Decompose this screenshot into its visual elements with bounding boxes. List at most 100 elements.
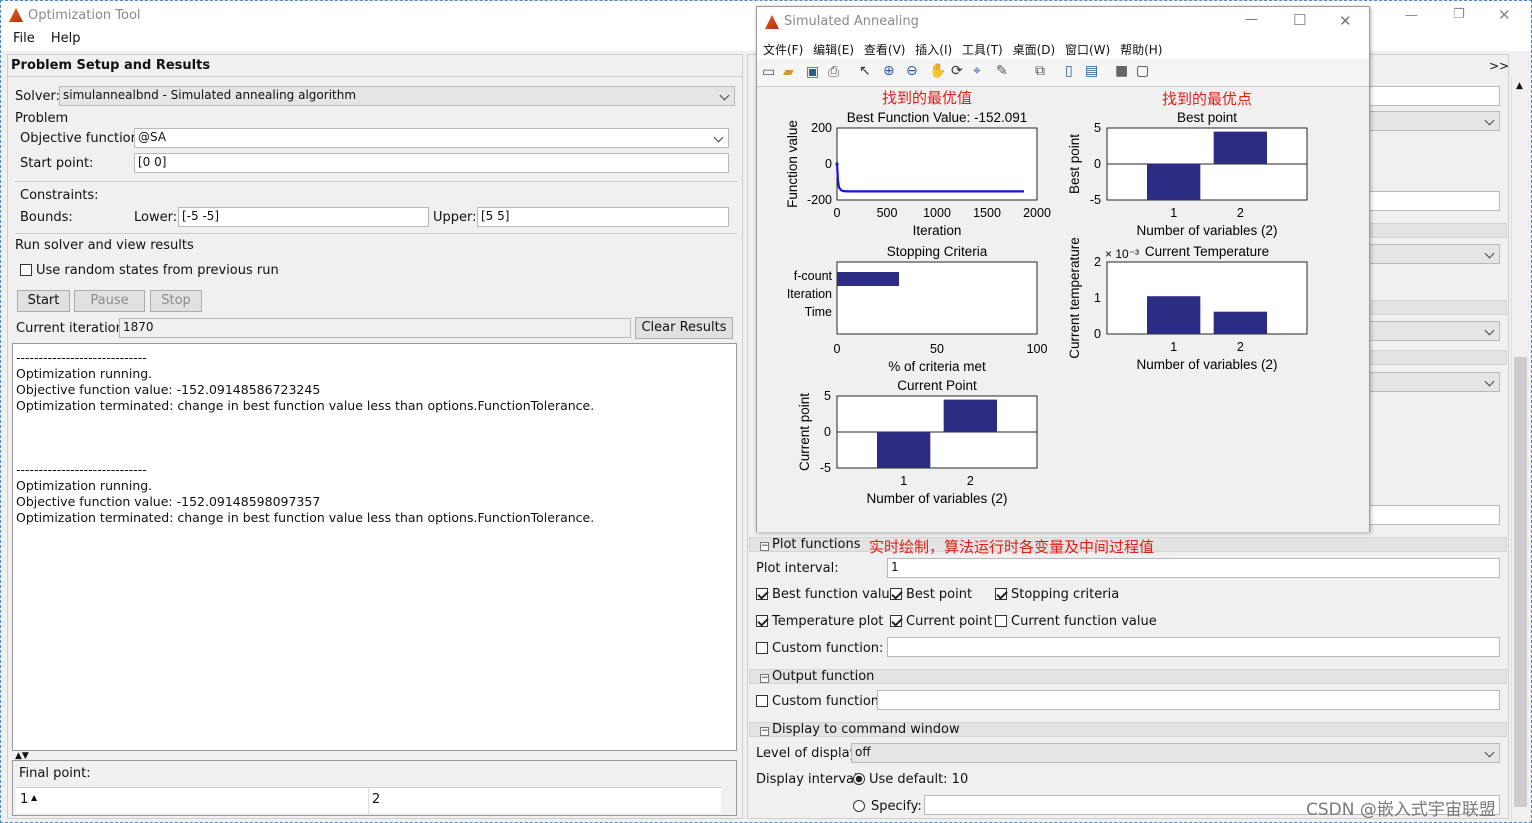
checkbox-checked-icon: [756, 615, 768, 627]
chart2-ytick: 5: [1094, 121, 1101, 135]
pause-button[interactable]: Pause: [74, 290, 145, 312]
upper-label: Upper:: [433, 210, 477, 225]
objective-function-field[interactable]: @SA: [134, 128, 729, 148]
hidden-select-3[interactable]: [1369, 321, 1500, 341]
start-button[interactable]: Start: [17, 290, 70, 312]
save-icon[interactable]: ▣: [806, 64, 819, 80]
close-button[interactable]: ✕: [1498, 6, 1511, 24]
hide-tools-icon[interactable]: ■: [1115, 63, 1128, 79]
log-line: Optimization terminated: change in best …: [16, 398, 595, 413]
lower-bound-field[interactable]: [-5 -5]: [178, 207, 429, 227]
results-log[interactable]: ----------------------------- Optimizatio…: [12, 343, 737, 751]
upper-bound-field[interactable]: [5 5]: [477, 207, 729, 227]
watermark: CSDN @嵌入式宇宙联盟: [1306, 800, 1496, 820]
annotation-best-value: 找到的最优值: [882, 90, 972, 107]
chart2-bar: [1147, 164, 1201, 200]
random-states-checkbox[interactable]: Use random states from previous run: [20, 263, 279, 278]
minimize-button[interactable]: —: [1405, 8, 1418, 23]
menu-file[interactable]: File: [7, 29, 41, 48]
figure-close-button[interactable]: ✕: [1339, 12, 1352, 30]
collapse-icon: −: [760, 541, 769, 551]
chart1-xtick: 1000: [923, 206, 951, 220]
check-current-point[interactable]: Current point: [890, 614, 992, 629]
scrollbar[interactable]: ▲: [1511, 77, 1529, 822]
optimization-tool-window: Optimization Tool — ❐ ✕ File Help Proble…: [0, 0, 1532, 823]
chart4-xtick: 1: [1170, 340, 1177, 354]
annotation-best-point: 找到的最优点: [1162, 91, 1252, 108]
chevron-down-icon: [1484, 325, 1495, 336]
hidden-field-2[interactable]: [1369, 191, 1500, 211]
legend-icon[interactable]: ▤: [1085, 63, 1098, 79]
brush-icon[interactable]: ✎: [996, 63, 1008, 79]
current-iteration-field: 1870: [119, 318, 631, 338]
hidden-select-1[interactable]: [1369, 111, 1500, 131]
chart2-bar: [1213, 131, 1267, 164]
chart3-xtick: 100: [1027, 342, 1048, 356]
figure-title-bar: Simulated Annealing — ☐ ✕: [757, 7, 1369, 37]
panel-title: Problem Setup and Results: [11, 58, 211, 73]
hidden-select-4[interactable]: [1369, 372, 1500, 392]
level-of-display-select[interactable]: off: [851, 743, 1500, 763]
rotate-icon[interactable]: ⟳: [951, 63, 963, 79]
colorbar-icon[interactable]: ▯: [1065, 63, 1073, 79]
new-figure-icon[interactable]: ▭: [762, 64, 775, 80]
plot-interval-label: Plot interval:: [756, 561, 839, 576]
log-line: Objective function value: -152.091485980…: [16, 494, 321, 509]
link-icon[interactable]: ⧉: [1035, 63, 1045, 79]
log-line: Objective function value: -152.091485867…: [16, 382, 321, 397]
check-temperature-plot[interactable]: Temperature plot: [756, 614, 883, 629]
figure-window[interactable]: Simulated Annealing — ☐ ✕ 文件(F) 编辑(E) 查看…: [756, 6, 1370, 532]
check-custom-output-function[interactable]: Custom function:: [756, 694, 883, 709]
use-default-radio[interactable]: Use default: 10: [853, 772, 968, 787]
chart3-bar: [837, 272, 899, 286]
collapse-icon: −: [760, 673, 769, 683]
scroll-thumb[interactable]: [1514, 357, 1527, 807]
check-best-point[interactable]: Best point: [890, 587, 972, 602]
stop-button[interactable]: Stop: [150, 290, 202, 312]
custom-plot-function-field[interactable]: [887, 637, 1500, 657]
hidden-field-1[interactable]: [1369, 86, 1500, 106]
chart1-ytick: 0: [825, 157, 832, 171]
chart5-bar: [877, 432, 931, 468]
check-custom-plot-function[interactable]: Custom function:: [756, 641, 883, 656]
hidden-select-2[interactable]: [1369, 244, 1500, 264]
figure-maximize-button[interactable]: ☐: [1293, 11, 1306, 29]
select-arrow-icon[interactable]: ↖: [859, 63, 871, 79]
scroll-up-icon[interactable]: ▲: [1516, 81, 1523, 91]
restore-button[interactable]: ❐: [1453, 7, 1465, 22]
check-label: Best function value: [772, 587, 898, 602]
open-icon[interactable]: ▰: [783, 64, 794, 80]
chart1-ytick: -200: [807, 193, 832, 207]
chevron-down-icon: [713, 132, 724, 143]
plots-svg: Best Function Value: -152.0912000-2000 50…: [785, 90, 1308, 506]
check-best-function-value[interactable]: Best function value: [756, 587, 898, 602]
chevron-down-icon: [1484, 747, 1495, 758]
specify-radio[interactable]: Specify:: [853, 799, 922, 814]
menu-help[interactable]: Help: [45, 29, 87, 48]
display-section[interactable]: − Display to command window: [749, 722, 1507, 737]
chart4-exponent: × 10⁻³: [1105, 247, 1139, 261]
plot-interval-field[interactable]: 1: [887, 558, 1500, 578]
check-current-function-value[interactable]: Current function value: [995, 614, 1157, 629]
expand-button[interactable]: >>: [1489, 59, 1509, 73]
custom-output-function-field[interactable]: [877, 690, 1500, 710]
solver-select[interactable]: simulannealbnd - Simulated annealing alg…: [59, 86, 735, 106]
data-cursor-icon[interactable]: ⌖: [973, 63, 981, 79]
zoom-in-icon[interactable]: ⊕: [883, 63, 895, 79]
clear-results-button[interactable]: Clear Results: [635, 317, 733, 339]
check-stopping-criteria[interactable]: Stopping criteria: [995, 587, 1119, 602]
check-label: Stopping criteria: [1011, 587, 1120, 602]
chart2-ytick: 0: [1094, 157, 1101, 171]
hidden-field-3[interactable]: [1369, 505, 1500, 525]
start-point-field[interactable]: [0 0]: [134, 153, 729, 173]
print-icon[interactable]: ⎙: [828, 64, 839, 80]
chart5-xtick: 1: [900, 474, 907, 488]
show-tools-icon[interactable]: ▢: [1136, 63, 1149, 79]
pan-icon[interactable]: ✋: [929, 63, 946, 79]
zoom-out-icon[interactable]: ⊖: [906, 63, 918, 79]
figure-minimize-button[interactable]: —: [1245, 12, 1258, 27]
output-function-section[interactable]: − Output function: [749, 669, 1507, 684]
chart2-ytick: -5: [1090, 193, 1101, 207]
